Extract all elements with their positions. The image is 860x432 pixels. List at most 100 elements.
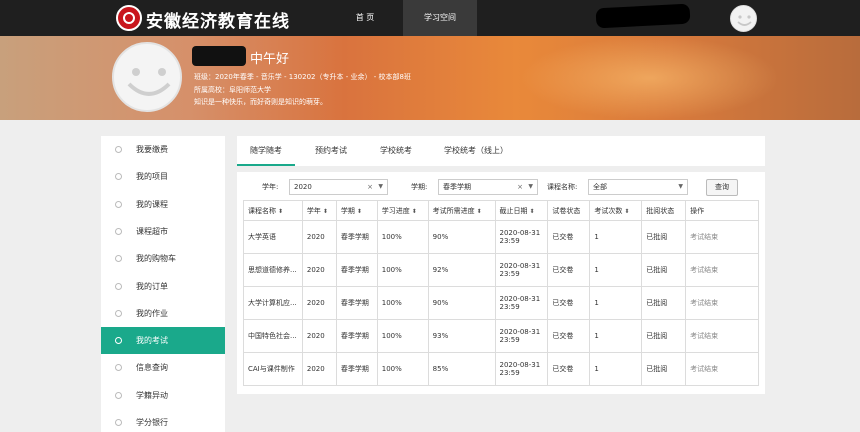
- sidebar-item-label: 课程超市: [136, 226, 168, 236]
- table-cell: 春季学期: [335, 319, 378, 353]
- motto: 知识是一种快乐，而好奇则是知识的萌芽。: [194, 98, 327, 106]
- sort-icon[interactable]: ⬍: [278, 208, 283, 215]
- profile-avatar: [112, 42, 182, 112]
- column-header[interactable]: 学年 ⬍: [301, 200, 337, 221]
- table-cell: 春季学期: [335, 253, 378, 287]
- column-header[interactable]: 学期 ⬍: [335, 200, 378, 221]
- course-select[interactable]: 全部 ▼: [588, 179, 688, 195]
- column-header: 批阅状态: [641, 200, 687, 221]
- table-cell: 春季学期: [335, 286, 378, 320]
- table-cell: 已交卷: [547, 253, 591, 287]
- table-cell: 已交卷: [547, 319, 591, 353]
- table-row: CAI与课件制作 2020 春季学期 100% 85% 2020-08-31 23:59 已…: [243, 352, 759, 386]
- sidebar-item[interactable]: 学分银行: [101, 409, 225, 432]
- circle-icon: [115, 391, 122, 399]
- sidebar-item-label: 我的订单: [136, 281, 168, 291]
- chevron-down-icon: ▼: [528, 183, 533, 190]
- sidebar-item[interactable]: 我的购物车: [101, 245, 225, 272]
- tab-school-exam-online[interactable]: 学校统考（线上）: [433, 136, 519, 166]
- chevron-down-icon: ▼: [378, 183, 383, 190]
- sort-icon[interactable]: ⬍: [530, 208, 535, 215]
- table-cell: 2020: [301, 253, 337, 287]
- sort-icon[interactable]: ⬍: [412, 208, 417, 215]
- sidebar-item-label: 我的课程: [136, 199, 168, 209]
- top-navbar: 安徽经济教育在线 首 页 学习空间: [0, 0, 860, 36]
- exam-action-link[interactable]: 考试结束: [685, 220, 759, 254]
- column-header[interactable]: 截止日期 ⬍: [494, 200, 549, 221]
- table-cell: 2020-08-31 23:59: [494, 253, 549, 287]
- user-avatar[interactable]: [730, 5, 757, 32]
- greeting: 中午好: [250, 52, 290, 67]
- column-header[interactable]: 考试所需进度 ⬍: [427, 200, 496, 221]
- sidebar-item[interactable]: 我要缴费: [101, 136, 225, 163]
- table-row: 大学英语 2020 春季学期 100% 90% 2020-08-31 23:59 已交卷 1 已…: [243, 220, 759, 254]
- sidebar-item-label: 学籍异动: [136, 390, 168, 400]
- class-info: 班级：2020年春季 - 音乐学 - 130202（专升本 - 业余） - 校本…: [194, 73, 411, 81]
- table-cell: 春季学期: [335, 220, 378, 254]
- sort-icon[interactable]: ⬍: [477, 208, 482, 215]
- table-cell: 2020-08-31 23:59: [494, 286, 549, 320]
- circle-icon: [115, 309, 122, 317]
- sidebar-item-label: 信息查询: [136, 363, 168, 373]
- table-cell: 思想道德修养...: [243, 253, 303, 287]
- table-row: 中国特色社会... 2020 春季学期 100% 93% 2020-08-31 23:59…: [243, 319, 759, 353]
- sort-icon[interactable]: ⬍: [323, 208, 328, 215]
- sidebar-item-label: 我的购物车: [136, 254, 176, 264]
- circle-icon: [115, 200, 122, 208]
- term-select[interactable]: 春季学期 × ▼: [438, 179, 538, 195]
- table-cell: 已交卷: [547, 286, 591, 320]
- sidebar-item-label: 学分银行: [136, 418, 168, 427]
- table-row: 思想道德修养... 2020 春季学期 100% 92% 2020-08-31 23:59…: [243, 253, 759, 287]
- sidebar-item[interactable]: 我的考试: [101, 327, 225, 355]
- table-cell: 2020-08-31 23:59: [494, 220, 549, 254]
- table-cell: 85%: [427, 352, 496, 386]
- table-cell: 1: [589, 220, 643, 254]
- sidebar-item[interactable]: 课程超市: [101, 218, 225, 245]
- exam-action-link[interactable]: 考试结束: [685, 352, 759, 386]
- column-header[interactable]: 考试次数 ⬍: [589, 200, 643, 221]
- sidebar-item[interactable]: 我的项目: [101, 163, 225, 190]
- tab-school-exam[interactable]: 学校统考: [367, 136, 425, 166]
- school-info: 所属高校：阜阳师范大学: [194, 86, 271, 94]
- table-cell: CAI与课件制作: [243, 352, 303, 386]
- circle-icon: [115, 173, 122, 181]
- table-cell: 92%: [427, 253, 496, 287]
- site-logo-icon[interactable]: [116, 5, 142, 31]
- sidebar-item[interactable]: 学籍异动: [101, 382, 225, 409]
- table-cell: 1: [589, 286, 643, 320]
- table-cell: 春季学期: [335, 352, 378, 386]
- site-title[interactable]: 安徽经济教育在线: [146, 7, 290, 32]
- clear-icon[interactable]: ×: [517, 180, 523, 194]
- year-select[interactable]: 2020 × ▼: [289, 179, 388, 195]
- circle-icon: [115, 282, 122, 290]
- table-cell: 1: [589, 253, 643, 287]
- table-cell: 2020-08-31 23:59: [494, 352, 549, 386]
- circle-icon: [115, 337, 122, 345]
- year-label: 学年:: [262, 183, 279, 191]
- tab-random-exam[interactable]: 随学随考: [237, 136, 295, 166]
- sidebar-item[interactable]: 信息查询: [101, 354, 225, 381]
- exam-action-link[interactable]: 考试结束: [685, 319, 759, 353]
- nav-study-space[interactable]: 学习空间: [403, 0, 477, 36]
- tab-booking-exam[interactable]: 预约考试: [301, 136, 361, 166]
- circle-icon: [115, 419, 122, 426]
- table-cell: 90%: [427, 220, 496, 254]
- sidebar-item[interactable]: 我的订单: [101, 273, 225, 300]
- sidebar-item[interactable]: 我的课程: [101, 191, 225, 218]
- sort-icon[interactable]: ⬍: [357, 208, 362, 215]
- table-cell: 100%: [376, 220, 429, 254]
- clear-icon[interactable]: ×: [367, 180, 373, 194]
- exam-action-link[interactable]: 考试结束: [685, 286, 759, 320]
- exam-action-link[interactable]: 考试结束: [685, 253, 759, 287]
- column-header[interactable]: 学习进度 ⬍: [376, 200, 429, 221]
- circle-icon: [115, 227, 122, 235]
- query-button[interactable]: 查询: [706, 179, 738, 196]
- column-header[interactable]: 课程名称 ⬍: [243, 200, 303, 221]
- circle-icon: [115, 364, 122, 372]
- nav-home[interactable]: 首 页: [330, 0, 400, 36]
- sidebar-item[interactable]: 我的作业: [101, 300, 225, 327]
- table-cell: 100%: [376, 319, 429, 353]
- sort-icon[interactable]: ⬍: [624, 208, 629, 215]
- exam-table: 课程名称 ⬍ 学年 ⬍ 学期 ⬍ 学习进度 ⬍ 考试所需进度 ⬍ 截止日期 ⬍ 试卷状态 考试次数 ⬍ 批阅状…: [243, 200, 759, 386]
- table-cell: 1: [589, 352, 643, 386]
